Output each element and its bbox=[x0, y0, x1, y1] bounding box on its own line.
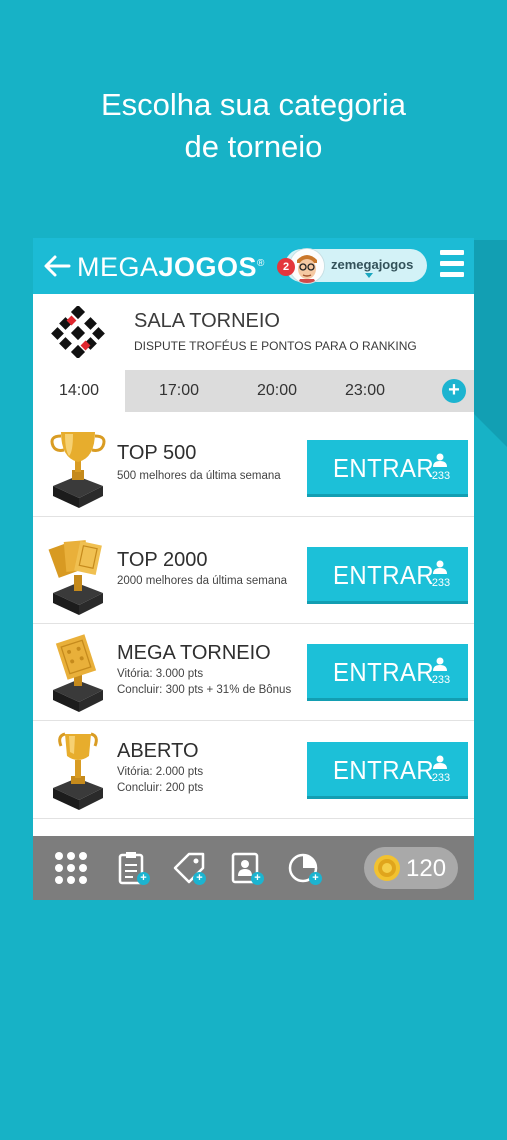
enter-button[interactable]: ENTRAR 233 bbox=[307, 547, 468, 601]
coin-balance[interactable]: 120 bbox=[364, 847, 458, 889]
logo-jogos: JOGOS bbox=[158, 252, 258, 282]
player-count: 233 bbox=[431, 772, 451, 784]
headline: Escolha sua categoria de torneio bbox=[0, 84, 507, 168]
tournament-title: TOP 500 bbox=[117, 442, 197, 464]
person-icon bbox=[433, 560, 447, 574]
grid-icon[interactable] bbox=[53, 850, 89, 886]
top-bar: MEGAJOGOS® 2 zemegajogos bbox=[33, 238, 474, 294]
room-title: SALA TORNEIO bbox=[134, 310, 280, 332]
enter-button[interactable]: ENTRAR 233 bbox=[307, 644, 468, 698]
notification-badge[interactable]: 2 bbox=[277, 258, 295, 276]
tab-23-00[interactable]: 23:00 bbox=[319, 370, 411, 412]
tournament-detail: 2000 melhores da última semana bbox=[117, 575, 288, 587]
bottom-bar: + + + + 120 bbox=[33, 836, 474, 900]
tab-17-00[interactable]: 17:00 bbox=[133, 370, 225, 412]
avatar-face-icon bbox=[290, 249, 324, 283]
add-tab-button[interactable]: + bbox=[442, 379, 466, 403]
pie-chart-plus-icon[interactable]: + bbox=[287, 850, 323, 886]
gold-cards-trophy-icon bbox=[48, 540, 103, 615]
tournament-title: TOP 2000 bbox=[117, 549, 208, 571]
enter-button-label: ENTRAR bbox=[333, 755, 435, 785]
user-profile-button[interactable]: 2 zemegajogos bbox=[277, 248, 427, 284]
gold-goblet-trophy-icon bbox=[53, 732, 103, 810]
person-icon bbox=[433, 755, 447, 769]
tournament-row: MEGA TORNEIO Vitória: 3.000 pts Concluir… bbox=[33, 624, 474, 721]
coin-count: 120 bbox=[406, 855, 447, 882]
logo-mega: MEGA bbox=[77, 252, 159, 282]
tab-20-00[interactable]: 20:00 bbox=[231, 370, 323, 412]
enter-button-label: ENTRAR bbox=[333, 560, 435, 590]
enter-button[interactable]: ENTRAR 233 bbox=[307, 742, 468, 796]
player-count: 233 bbox=[431, 577, 451, 589]
plus-badge-icon: + bbox=[309, 872, 322, 885]
headline-line-1: Escolha sua categoria bbox=[100, 87, 407, 122]
tournament-title: MEGA TORNEIO bbox=[117, 642, 271, 664]
megajogos-logo: MEGAJOGOS® bbox=[77, 252, 265, 283]
headline-line-2: de torneio bbox=[184, 129, 323, 164]
room-subtitle: DISPUTE TROFÉUS E PONTOS PARA O RANKING bbox=[134, 339, 417, 353]
enter-button-label: ENTRAR bbox=[333, 657, 435, 687]
tournament-detail: Concluir: 300 pts + 31% de Bônus bbox=[117, 684, 292, 696]
tournament-detail: Vitória: 2.000 pts bbox=[117, 766, 204, 778]
tournament-row: ABERTO Vitória: 2.000 pts Concluir: 200 … bbox=[33, 722, 474, 819]
tournament-detail: Vitória: 3.000 pts bbox=[117, 668, 204, 680]
time-tabs: 14:00 17:00 20:00 23:00 + bbox=[33, 370, 474, 412]
app-screen: MEGAJOGOS® 2 zemegajogos SALA TORNEIO DI… bbox=[33, 238, 474, 900]
player-count: 233 bbox=[431, 674, 451, 686]
enter-button-label: ENTRAR bbox=[333, 453, 435, 483]
logo-registered-mark: ® bbox=[257, 258, 265, 269]
arrow-left-icon[interactable] bbox=[43, 254, 71, 278]
username-label: zemegajogos bbox=[331, 257, 414, 272]
tournament-detail: 500 melhores da última semana bbox=[117, 470, 281, 482]
hamburger-icon[interactable] bbox=[440, 250, 464, 282]
person-icon bbox=[433, 657, 447, 671]
tournament-row: TOP 2000 2000 melhores da última semana … bbox=[33, 527, 474, 624]
card-suits-icon bbox=[51, 306, 105, 358]
tag-plus-icon[interactable]: + bbox=[171, 850, 207, 886]
tournament-row: TOP 500 500 melhores da última semana EN… bbox=[33, 420, 474, 517]
plus-badge-icon: + bbox=[251, 872, 264, 885]
clipboard-plus-icon[interactable]: + bbox=[115, 850, 151, 886]
person-icon bbox=[433, 453, 447, 467]
plus-badge-icon: + bbox=[137, 872, 150, 885]
tab-14-00[interactable]: 14:00 bbox=[33, 370, 125, 412]
plus-badge-icon: + bbox=[193, 872, 206, 885]
tournament-detail: Concluir: 200 pts bbox=[117, 782, 204, 794]
coin-icon bbox=[374, 855, 400, 881]
gold-card-trophy-icon bbox=[53, 634, 103, 712]
id-card-plus-icon[interactable]: + bbox=[229, 850, 265, 886]
tournament-title: ABERTO bbox=[117, 740, 199, 762]
gold-cup-trophy-icon bbox=[50, 432, 106, 508]
room-header: SALA TORNEIO DISPUTE TROFÉUS E PONTOS PA… bbox=[33, 294, 474, 368]
chevron-down-icon bbox=[365, 273, 373, 278]
player-count: 233 bbox=[431, 470, 451, 482]
enter-button[interactable]: ENTRAR 233 bbox=[307, 440, 468, 494]
